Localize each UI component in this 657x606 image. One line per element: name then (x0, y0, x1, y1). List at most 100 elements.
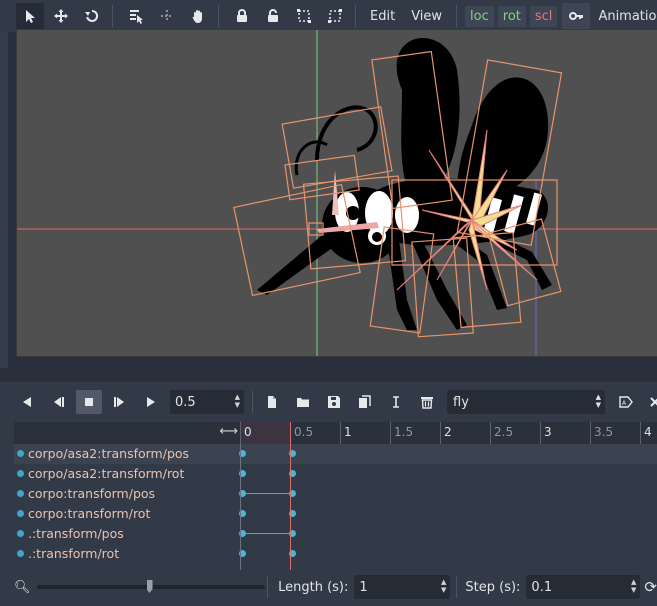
track-name: corpo:transform/rot (28, 506, 151, 521)
ruler-tick-label: 3 (544, 425, 552, 439)
panel-divider[interactable] (0, 368, 657, 382)
ruler-tick-label: 0 (244, 425, 252, 439)
animation-bottom-bar: 🔍︎ Length (s): 1 ▲ ▼ Step (s): 0.1 ▲ ▼ ⟳ (0, 572, 657, 602)
zoom-slider[interactable] (36, 580, 265, 594)
zoom-slider-grabber[interactable] (146, 580, 153, 593)
pivot-icon (161, 10, 173, 22)
new-file-icon (268, 396, 276, 408)
track-row[interactable]: corpo/asa2:transform/rot (14, 464, 657, 484)
list-select-button[interactable] (122, 3, 150, 29)
lock-button[interactable] (228, 3, 256, 29)
close-icon (650, 397, 657, 407)
stop-icon (85, 398, 93, 406)
autoplay-icon: A (619, 396, 633, 408)
track-row[interactable]: corpo:transform/pos (14, 484, 657, 504)
key-interpolation-line (243, 493, 293, 494)
track-name: corpo/asa2:transform/rot (28, 466, 185, 481)
play-backwards-from-end-button[interactable] (14, 390, 40, 414)
current-time-spinbox[interactable]: 0.5 ▲ ▼ (170, 390, 244, 414)
unlock-icon (268, 9, 278, 22)
move-arrows-icon (54, 9, 68, 23)
move-tool-button[interactable] (47, 3, 75, 29)
time-ruler[interactable]: 0 0.5 1 1.5 2 2.5 3 3.5 4 (240, 422, 657, 444)
ruler-tick (440, 422, 441, 444)
ungroup-icon (328, 9, 342, 23)
stop-button[interactable] (76, 390, 102, 414)
insert-key-button[interactable] (562, 3, 591, 29)
duplicate-animation-button[interactable] (352, 390, 378, 414)
ruler-tick (590, 422, 591, 444)
unlock-button[interactable] (259, 3, 287, 29)
track-name: corpo:transform/pos (28, 486, 156, 501)
key-rot-toggle[interactable]: rot (497, 5, 526, 27)
step-value: 0.1 (531, 579, 553, 595)
toolbar-separator (252, 391, 253, 413)
step-spinbox[interactable]: 0.1 ▲ ▼ (526, 575, 641, 599)
play-backwards-from-current-icon (54, 397, 64, 407)
animation-select-value: fly (453, 394, 469, 410)
track-type-dot (17, 470, 24, 477)
track-editor: ⟷ 0 0.5 1 1.5 2 2.5 3 3.5 4 corpo/asa2:transform… (14, 422, 657, 570)
rotate-tool-button[interactable] (78, 3, 106, 29)
list-select-icon (130, 10, 143, 24)
select-tool-button[interactable] (16, 3, 44, 29)
track-row[interactable]: .:transform/rot (14, 544, 657, 564)
loop-icon[interactable]: ⟳ (644, 578, 657, 596)
track-row[interactable]: .:transform/pos (14, 524, 657, 544)
animation-menu[interactable]: Animation (592, 6, 657, 27)
key-icon (569, 12, 584, 20)
zoom-fit-icon[interactable]: ⟷ (219, 424, 238, 439)
mosquito-sprite[interactable] (257, 37, 552, 330)
track-row[interactable]: corpo/asa2:transform/pos (14, 444, 657, 464)
track-name: .:transform/rot (28, 546, 120, 561)
view-menu[interactable]: View (405, 6, 448, 27)
delete-animation-button[interactable] (414, 390, 440, 414)
group-icon (297, 9, 311, 23)
track-name: .:transform/pos (28, 526, 124, 541)
key-interpolation-line (243, 533, 293, 534)
toolbar-separator (355, 5, 356, 27)
play-button[interactable] (138, 390, 164, 414)
ungroup-button[interactable] (321, 3, 349, 29)
ruler-tick-label: 1 (344, 425, 352, 439)
load-animation-button[interactable] (290, 390, 316, 414)
duplicate-icon (359, 395, 371, 408)
ruler-tick-label: 2.5 (494, 425, 514, 439)
rename-icon (393, 396, 399, 408)
ruler-tick (340, 422, 341, 444)
toolbar-separator (456, 5, 458, 27)
timeline-header: ⟷ 0 0.5 1 1.5 2 2.5 3 3.5 4 (14, 422, 657, 444)
animation-end-line (240, 444, 241, 570)
track-row[interactable]: corpo:transform/rot (14, 504, 657, 524)
ruler-tick-label: 4 (644, 425, 652, 439)
playhead[interactable] (290, 422, 291, 570)
hand-icon (192, 10, 202, 24)
autoplay-button[interactable]: A (613, 390, 639, 414)
rename-animation-button[interactable] (383, 390, 409, 414)
track-name-header: ⟷ (14, 422, 240, 444)
play-backwards-button[interactable] (45, 390, 71, 414)
lock-icon (237, 9, 247, 22)
group-button[interactable] (290, 3, 318, 29)
key-loc-toggle[interactable]: loc (465, 5, 494, 27)
play-from-current-button[interactable] (107, 390, 133, 414)
zoom-icon: 🔍︎ (14, 579, 31, 595)
pan-button[interactable] (184, 3, 212, 29)
close-animation-panel-button[interactable] (642, 390, 657, 414)
key-scl-toggle[interactable]: scl (529, 5, 558, 27)
toolbar-separator (218, 5, 219, 27)
toolbar-separator (267, 576, 269, 598)
animation-select[interactable]: fly ▲ ▼ (447, 390, 605, 414)
scene-canvas (17, 30, 657, 356)
toolbar-separator (112, 5, 113, 27)
new-animation-button[interactable] (259, 390, 285, 414)
length-spinbox[interactable]: 1 ▲ ▼ (354, 575, 451, 599)
length-value: 1 (359, 579, 368, 595)
pivot-button[interactable] (153, 3, 181, 29)
save-animation-button[interactable] (321, 390, 347, 414)
edit-menu[interactable]: Edit (364, 6, 401, 27)
canvas-viewport[interactable] (16, 30, 657, 357)
animation-panel: 0.5 ▲ ▼ fly ▲ ▼ A ⟷ 0 0.5 1 1.5 2 2.5 3 … (0, 382, 657, 606)
track-type-dot (17, 550, 24, 557)
track-type-dot (17, 450, 24, 457)
